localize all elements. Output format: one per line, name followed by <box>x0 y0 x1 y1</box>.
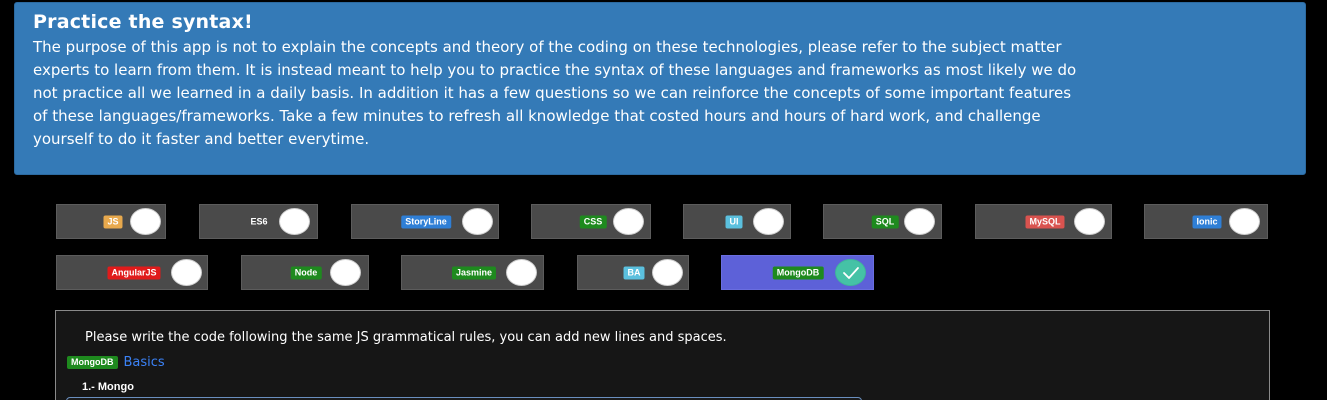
toggle-knob[interactable] <box>330 259 361 286</box>
intro-panel: Practice the syntax! The purpose of this… <box>14 2 1306 175</box>
intro-line: yourself to do it faster and better ever… <box>33 130 370 148</box>
exercise-panel: Please write the code following the same… <box>55 310 1270 400</box>
topic-toggle-sql[interactable]: SQL <box>823 204 942 239</box>
topic-toggle-jasmine[interactable]: Jasmine <box>401 255 544 290</box>
topic-toggle-js[interactable]: JS <box>56 204 166 239</box>
exercise-topic-row: MongoDB Basics <box>67 355 165 370</box>
intro-line: experts to learn from them. It is instea… <box>33 61 1077 79</box>
toggle-knob-checked[interactable] <box>835 259 866 286</box>
topic-label-storyline: StoryLine <box>401 215 451 228</box>
topic-label-node: Node <box>290 266 322 279</box>
topic-toggle-es6[interactable]: ES6 <box>199 204 318 239</box>
topic-label-mongodb: MongoDB <box>772 266 824 279</box>
topic-label-jasmine: Jasmine <box>451 266 497 279</box>
topic-toggle-mongodb[interactable]: MongoDB <box>721 255 874 290</box>
topic-label-sql: SQL <box>871 215 899 228</box>
topic-toggle-ba[interactable]: BA <box>577 255 689 290</box>
topic-toggle-storyline[interactable]: StoryLine <box>351 204 499 239</box>
practice-page: Practice the syntax! The purpose of this… <box>0 0 1327 400</box>
topic-label-ui: UI <box>725 215 743 228</box>
topic-label-mysql: MySQL <box>1025 215 1065 228</box>
topic-label-css: CSS <box>579 215 607 228</box>
toggle-knob[interactable] <box>613 208 644 235</box>
page-title: Practice the syntax! <box>33 11 253 33</box>
topic-toggle-angularjs[interactable]: AngularJS <box>56 255 208 290</box>
toggle-knob[interactable] <box>652 259 683 286</box>
toggle-knob[interactable] <box>171 259 202 286</box>
topic-toggle-mysql[interactable]: MySQL <box>975 204 1112 239</box>
intro-line: of these languages/frameworks. Take a fe… <box>33 107 1041 125</box>
topic-label-ba: BA <box>623 266 645 279</box>
topic-label-es6: ES6 <box>250 216 268 226</box>
toggle-knob[interactable] <box>506 259 537 286</box>
exercise-category-link[interactable]: Basics <box>124 355 165 370</box>
toggle-knob[interactable] <box>904 208 935 235</box>
topic-toggle-ionic[interactable]: Ionic <box>1144 204 1268 239</box>
topic-label-ionic: Ionic <box>1192 215 1222 228</box>
topic-toggle-css[interactable]: CSS <box>531 204 651 239</box>
intro-line: The purpose of this app is not to explai… <box>33 38 1062 56</box>
topic-label-js: JS <box>103 215 123 228</box>
topic-label-angularjs: AngularJS <box>107 266 161 279</box>
topic-toggle-ui[interactable]: UI <box>683 204 791 239</box>
toggle-knob[interactable] <box>462 208 493 235</box>
intro-text: The purpose of this app is not to explai… <box>33 36 1287 151</box>
exercise-topic-badge: MongoDB <box>67 356 118 369</box>
topic-toggle-node[interactable]: Node <box>241 255 369 290</box>
check-icon <box>842 266 859 279</box>
toggle-knob[interactable] <box>130 208 161 235</box>
question-label: 1.- Mongo <box>82 381 134 393</box>
exercise-instruction: Please write the code following the same… <box>85 330 727 345</box>
toggle-knob[interactable] <box>279 208 310 235</box>
toggle-knob[interactable] <box>1074 208 1105 235</box>
toggle-knob[interactable] <box>1229 208 1260 235</box>
toggle-knob[interactable] <box>753 208 784 235</box>
intro-line: not practice all we learned in a daily b… <box>33 84 1072 102</box>
